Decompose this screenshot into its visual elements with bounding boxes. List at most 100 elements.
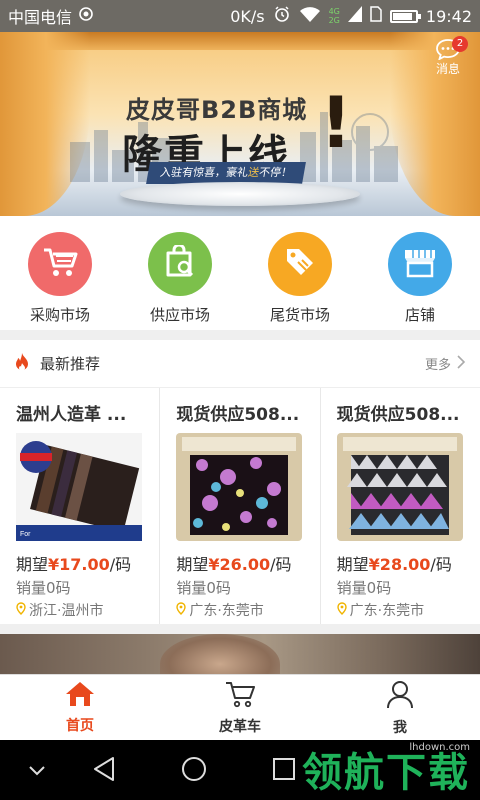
status-bar: 中国电信 0K/s 4G 2G 19:42 [0,0,480,32]
product-card[interactable]: 现货供应508... 期望¥28.00/码 销量0码 广东·东莞市 [321,388,480,624]
product-title: 现货供应508... [176,405,300,425]
tab-me[interactable]: 我 [320,675,480,740]
sim-icon [370,6,382,26]
wifi-icon [299,6,321,26]
category-purchase-market[interactable]: 采购市场 [0,216,120,330]
tab-label: 我 [393,719,407,736]
cat-circle [388,232,452,296]
svg-text:For: For [20,531,31,538]
promo-banner[interactable]: 皮皮哥B2B商城 隆重上线 ! 入驻有惊喜，豪礼送不停！ [0,32,480,216]
product-sales: 销量0码 [16,579,71,597]
price-value: ¥17.00 [48,555,110,574]
product-location: 广东·东莞市 [176,600,303,620]
category-clearance-market[interactable]: 尾货市场 [240,216,360,330]
nfc-icon [78,6,94,26]
person-icon [385,679,415,713]
carrier-label: 中国电信 [8,8,73,27]
signal-icon [347,6,362,26]
network-type-icon: 4G 2G [329,7,340,25]
cat-circle [28,232,92,296]
cat-circle [268,232,332,296]
recommend-header: 最新推荐 更多 [0,340,480,388]
stage-podium [120,182,360,206]
chevron-down-icon[interactable] [28,762,46,781]
message-badge: 2 [452,36,468,52]
watermark: lhdown.com 领航下载 [302,742,470,793]
cart-icon [42,246,78,282]
product-price: 期望¥28.00/码 [337,551,464,575]
tab-label: 皮革车 [219,718,261,735]
location-pin-icon [176,601,187,619]
store-icon [402,246,438,282]
recommend-title: 最新推荐 [40,355,101,373]
watermark-text: 领航下载 [302,750,470,796]
price-value: ¥26.00 [208,555,271,574]
product-card[interactable]: 温州人造革 ... For 期望¥17.00/码 销量0码 浙江·温州市 [0,388,161,624]
clock: 19:42 [425,6,472,26]
more-label: 更多 [424,358,451,373]
category-label: 供应市场 [149,306,210,324]
price-unit: /码 [109,555,132,574]
product-image: For [16,433,142,541]
net-speed: 0K/s [230,6,265,26]
location-text: 浙江·温州市 [29,603,104,619]
back-icon[interactable] [92,756,116,786]
message-button[interactable]: 2 消息 [428,36,468,80]
product-location: 浙江·温州市 [16,600,143,620]
price-unit: /码 [430,555,452,574]
recommend-section: 最新推荐 更多 温州人造革 ... For 期望¥17.00/码 销量0码 浙江… [0,340,480,624]
tab-label: 首页 [66,717,94,734]
tab-home[interactable]: 首页 [0,675,160,740]
category-label: 采购市场 [29,306,90,324]
net-type-4g: 4G [328,7,340,16]
category-nav: 采购市场 供应市场 尾货市场 店铺 [0,216,480,330]
banner-title: 皮皮哥B2B商城 [126,96,308,124]
product-image [176,433,303,541]
home-circle-icon[interactable] [181,756,207,786]
price-value: ¥28.00 [368,555,431,574]
bag-search-icon [163,243,197,283]
home-icon [65,681,95,711]
ribbon-prefix: 入驻有惊喜，豪礼 [158,166,250,179]
chevron-right-icon [457,354,466,373]
ribbon-suffix: 不停！ [257,166,294,179]
category-store[interactable]: 店铺 [360,216,480,330]
product-price: 期望¥17.00/码 [16,551,143,575]
price-unit: /码 [270,555,292,574]
alarm-icon [273,5,291,27]
flame-icon [14,352,30,376]
cart-icon [224,680,256,712]
product-image [336,433,463,541]
category-supply-market[interactable]: 供应市场 [120,216,240,330]
banner-exclaim: ! [320,82,352,164]
battery-icon [389,9,421,23]
cat-circle [148,232,212,296]
price-prefix: 期望 [16,555,49,574]
tab-leather-cart[interactable]: 皮革车 [160,675,320,740]
location-pin-icon [336,601,347,619]
tag-icon [283,245,317,283]
price-prefix: 期望 [176,555,209,574]
location-text: 广东·东莞市 [189,603,264,619]
location-text: 广东·东莞市 [349,603,425,619]
price-prefix: 期望 [336,555,369,574]
net-type-2g: 2G [328,16,340,25]
product-title: 现货供应508... [336,405,460,425]
product-card[interactable]: 现货供应508... 期望¥26.00/码 销量0码 广东·东莞市 [160,388,321,624]
category-label: 尾货市场 [269,306,330,324]
recents-icon[interactable] [272,757,296,785]
product-title: 温州人造革 ... [16,405,127,425]
product-sales: 销量0码 [176,579,231,597]
promo-photo-strip[interactable] [0,634,480,674]
bottom-tab-bar: 首页 皮革车 我 [0,674,480,740]
banner-ribbon: 入驻有惊喜，豪礼送不停！ [146,162,306,184]
more-link[interactable]: 更多 [425,354,466,373]
location-pin-icon [16,601,26,619]
model-photo [160,634,280,674]
product-location: 广东·东莞市 [336,600,464,620]
product-list: 温州人造革 ... For 期望¥17.00/码 销量0码 浙江·温州市 现货供… [0,388,480,624]
product-sales: 销量0码 [336,579,392,597]
category-label: 店铺 [404,306,435,324]
message-label: 消息 [435,62,460,76]
product-price: 期望¥26.00/码 [176,551,303,575]
